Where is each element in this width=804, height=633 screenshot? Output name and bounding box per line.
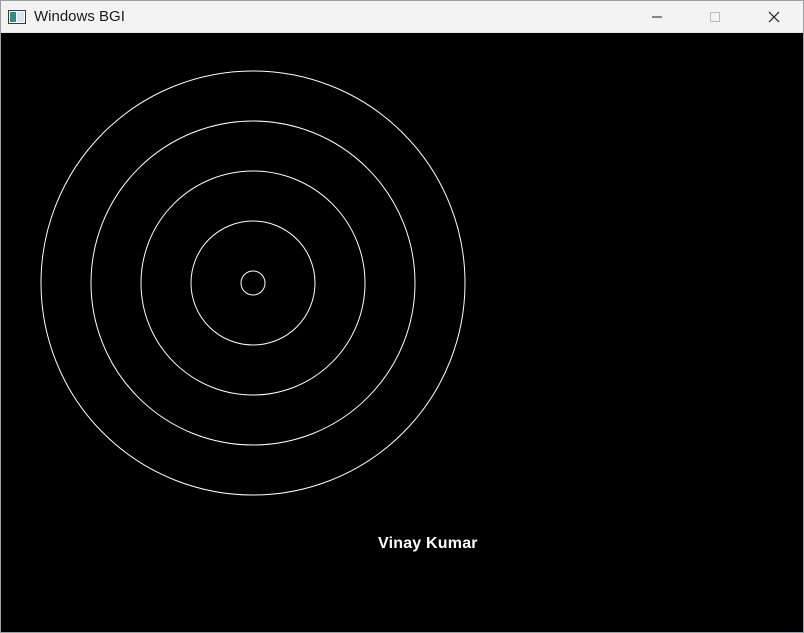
circle-ring-2	[190, 220, 316, 346]
app-window-icon	[8, 9, 26, 24]
outer-circle	[40, 70, 466, 496]
close-icon	[768, 8, 780, 27]
minimize-button[interactable]	[628, 1, 686, 33]
title-bar[interactable]: Windows BGI	[1, 1, 803, 33]
maximize-button[interactable]	[686, 1, 744, 33]
author-label: Vinay Kumar	[378, 535, 478, 552]
circle-ring-3	[140, 170, 366, 396]
maximize-icon	[709, 8, 721, 27]
bgi-window: Windows BGI Vinay Kumar	[0, 0, 804, 633]
close-button[interactable]	[745, 1, 803, 33]
minimize-icon	[651, 8, 663, 27]
window-title: Windows BGI	[34, 8, 125, 25]
circle-ring-4	[90, 120, 416, 446]
graphics-canvas: Vinay Kumar	[1, 33, 803, 632]
inner-circle	[240, 270, 266, 296]
